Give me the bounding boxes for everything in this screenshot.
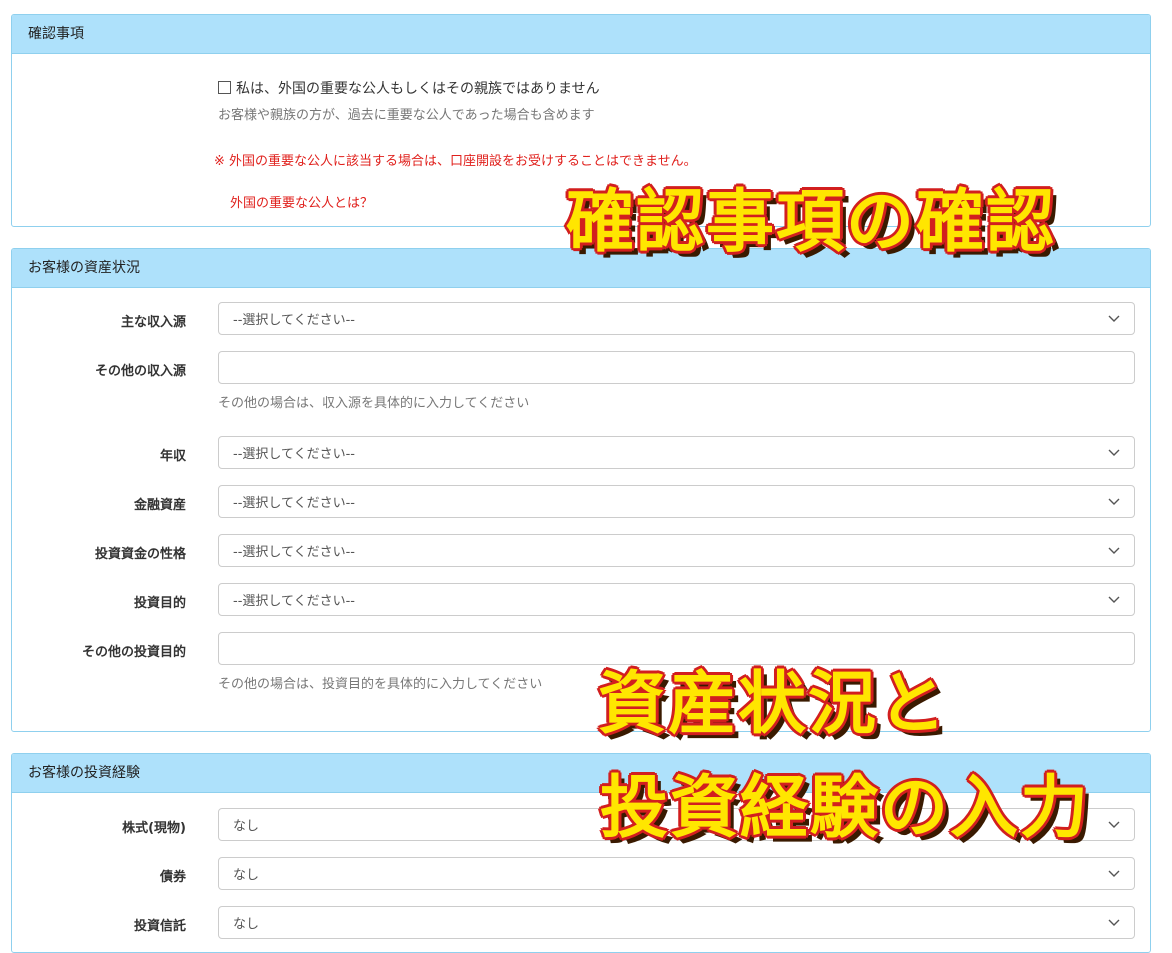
funds-label: 投資信託: [133, 919, 186, 934]
overlay-caption-confirm: 確認事項の確認: [566, 183, 1057, 262]
main-income-label: 主な収入源: [120, 315, 186, 330]
financial-assets-value: --選択してください--: [233, 496, 355, 511]
pep-checkbox[interactable]: [218, 81, 231, 94]
financial-assets-select[interactable]: --選択してください--: [218, 485, 1135, 518]
chevron-down-icon: [1108, 449, 1120, 456]
chevron-down-icon: [1108, 547, 1120, 554]
fund-nature-value: --選択してください--: [233, 545, 355, 560]
chevron-down-icon: [1108, 919, 1120, 926]
bonds-value: なし: [233, 868, 260, 883]
main-income-select[interactable]: --選択してください--: [218, 302, 1135, 335]
purpose-value: --選択してください--: [233, 594, 355, 609]
other-purpose-label: その他の投資目的: [81, 645, 186, 660]
chevron-down-icon: [1108, 821, 1120, 828]
bonds-select[interactable]: なし: [218, 857, 1135, 890]
purpose-label: 投資目的: [133, 596, 186, 611]
purpose-select[interactable]: --選択してください--: [218, 583, 1135, 616]
annual-income-value: --選択してください--: [233, 447, 355, 462]
stocks-value: なし: [233, 819, 260, 834]
pep-help-text: お客様や親族の方が、過去に重要な公人であった場合も含めます: [218, 108, 595, 123]
chevron-down-icon: [1108, 498, 1120, 505]
overlay-caption-experience: 投資経験の入力: [600, 769, 1091, 848]
chevron-down-icon: [1108, 315, 1120, 322]
funds-select[interactable]: なし: [218, 906, 1135, 939]
pep-info-link[interactable]: 外国の重要な公人とは？: [230, 192, 373, 211]
other-income-help: その他の場合は、収入源を具体的に入力してください: [218, 396, 530, 411]
financial-assets-label: 金融資産: [133, 498, 186, 513]
annual-income-label: 年収: [159, 449, 186, 464]
assets-panel: お客様の資産状況 主な収入源 --選択してください-- その他の収入源 その他の…: [11, 248, 1151, 732]
fund-nature-select[interactable]: --選択してください--: [218, 534, 1135, 567]
funds-value: なし: [233, 917, 260, 932]
other-income-label: その他の収入源: [94, 364, 186, 379]
other-income-input[interactable]: [218, 351, 1135, 384]
annual-income-select[interactable]: --選択してください--: [218, 436, 1135, 469]
fund-nature-label: 投資資金の性格: [94, 547, 186, 562]
overlay-caption-assets: 資産状況と: [598, 665, 949, 744]
main-income-value: --選択してください--: [233, 313, 355, 328]
confirmation-panel-header: 確認事項: [12, 15, 1150, 54]
chevron-down-icon: [1108, 870, 1120, 877]
pep-checkbox-label: 私は、外国の重要な公人もしくはその親族ではありません: [236, 81, 600, 97]
chevron-down-icon: [1108, 596, 1120, 603]
bonds-label: 債券: [159, 870, 186, 885]
other-purpose-help: その他の場合は、投資目的を具体的に入力してください: [218, 677, 543, 692]
stocks-label: 株式(現物): [122, 821, 186, 836]
